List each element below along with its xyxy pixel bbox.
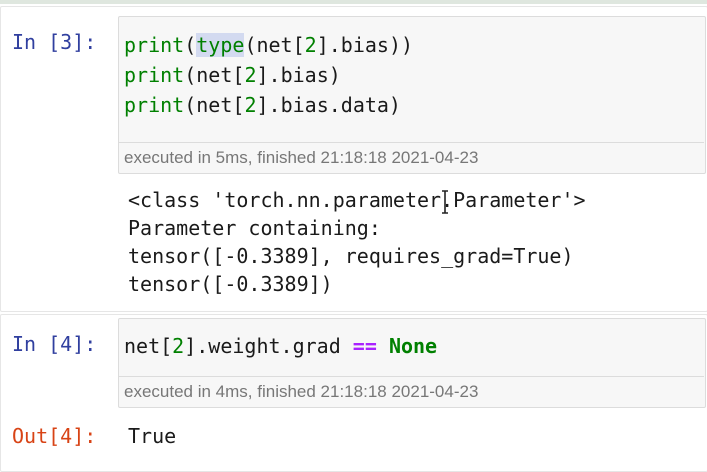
code-line: net[2].weight.grad == None <box>124 331 437 361</box>
code-line: print(net[2].bias) <box>124 60 413 90</box>
code-token: (net[ <box>184 63 245 87</box>
output-prompt-4: Out[4]: <box>12 424 97 448</box>
code-token: ].bias.data) <box>256 93 401 117</box>
exec-separator-4 <box>119 376 704 377</box>
output-line: tensor([-0.3389]) <box>128 272 333 296</box>
output-line: Parameter containing: <box>128 216 381 240</box>
cell-output-3: <class 'torch.nn.parameter.Parameter'> Pa… <box>128 186 586 298</box>
code-token: None <box>388 334 438 358</box>
code-token: ].weight.grad <box>184 334 353 358</box>
code-token: 2 <box>172 334 185 358</box>
code-token: type <box>196 33 245 57</box>
code-token: 2 <box>244 63 257 87</box>
output-line: tensor([-0.3389], requires_grad=True) <box>128 244 574 268</box>
input-prompt-4: In [4]: <box>12 332 97 356</box>
code-token: (net[ <box>244 33 305 57</box>
code-token: 2 <box>244 93 257 117</box>
output-line: True <box>128 424 177 448</box>
i-beam-cursor-icon <box>442 190 448 214</box>
execution-info-3: executed in 5ms, finished 21:18:18 2021-… <box>124 148 479 167</box>
code-token: 2 <box>304 33 317 57</box>
code-token: net[ <box>124 334 173 358</box>
code-token: == <box>352 334 377 358</box>
code-line: print(net[2].bias.data) <box>124 90 413 120</box>
code-token: ].bias) <box>256 63 341 87</box>
code-token: (net[ <box>184 93 245 117</box>
cell-output-4: True <box>128 422 176 450</box>
code-token: print <box>124 33 185 57</box>
code-token: print <box>124 93 185 117</box>
code-token: ( <box>184 33 197 57</box>
input-prompt-3: In [3]: <box>12 30 97 54</box>
execution-info-4: executed in 4ms, finished 21:18:18 2021-… <box>124 382 479 401</box>
exec-separator-3 <box>119 142 704 143</box>
output-line: <class 'torch.nn.parameter.Parameter'> <box>128 188 586 212</box>
top-divider <box>0 0 707 4</box>
code-line: print(type(net[2].bias)) <box>124 30 413 60</box>
code-token: print <box>124 63 185 87</box>
code-editor-3[interactable]: print(type(net[2].bias)) print(net[2].bia… <box>124 30 413 120</box>
code-editor-4[interactable]: net[2].weight.grad == None <box>124 331 437 361</box>
code-token: ].bias)) <box>316 33 414 57</box>
